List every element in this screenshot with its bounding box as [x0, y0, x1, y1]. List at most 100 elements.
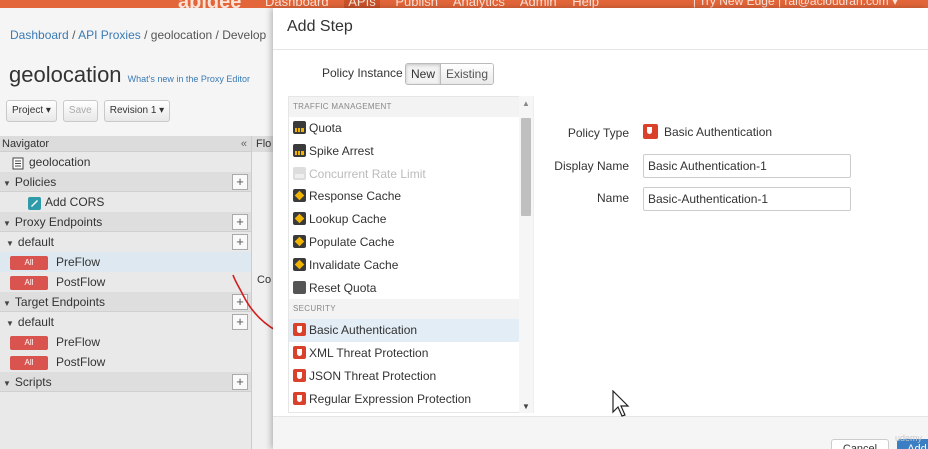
navigator-proxy-item[interactable]: geolocation: [0, 152, 251, 172]
policy-quota[interactable]: Quota: [289, 117, 531, 140]
cache-icon: [293, 189, 306, 203]
display-name-input[interactable]: Basic Authentication-1: [643, 154, 851, 178]
add-script-button[interactable]: +: [232, 374, 248, 390]
add-flow-button[interactable]: +: [232, 234, 248, 250]
target-endpoints-section[interactable]: ▼ Target Endpoints +: [0, 292, 251, 312]
proxy-editor: Dashboard / API Proxies / geolocation / …: [0, 8, 278, 449]
target-endpoint-default[interactable]: ▼ default +: [0, 312, 251, 332]
shield-icon: [293, 368, 306, 382]
policy-label: Quota: [309, 121, 342, 135]
shield-icon: [643, 124, 658, 139]
proxy-endpoints-label: Proxy Endpoints: [14, 215, 103, 229]
policy-reset-quota[interactable]: Reset Quota: [289, 277, 531, 300]
dialog-footer: Cancel Add: [273, 416, 928, 449]
policy-response-cache[interactable]: Response Cache: [289, 185, 531, 208]
chart-icon: [293, 121, 306, 134]
policy-lookup-cache[interactable]: Lookup Cache: [289, 208, 531, 231]
nav-analytics[interactable]: Analytics: [453, 0, 505, 8]
apigee-logo[interactable]: apigee: [178, 0, 241, 8]
proxy-title: geolocation: [9, 62, 122, 87]
flow-label: PreFlow: [56, 335, 101, 349]
new-toggle-button[interactable]: New: [406, 64, 442, 84]
proxy-postflow-item[interactable]: All PostFlow: [0, 272, 251, 292]
proxy-preflow-item[interactable]: All PreFlow: [0, 252, 251, 272]
proxy-name: geolocation: [29, 155, 91, 169]
scripts-label: Scripts: [14, 375, 52, 389]
expand-triangle-icon: ▼: [3, 219, 11, 228]
expand-triangle-icon: ▼: [6, 319, 14, 328]
target-postflow-item[interactable]: All PostFlow: [0, 352, 251, 372]
policy-label: Populate Cache: [309, 234, 395, 249]
mouse-cursor-icon: [612, 390, 630, 417]
save-button[interactable]: Save: [62, 100, 98, 122]
whats-new-link[interactable]: What's new in the Proxy Editor: [128, 74, 250, 84]
cache-icon: [293, 234, 306, 248]
nav-dashboard[interactable]: Dashboard: [265, 0, 329, 8]
policies-section[interactable]: ▼ Policies +: [0, 172, 251, 192]
revision-dropdown[interactable]: Revision 1 ▾: [103, 100, 171, 122]
collapse-icon[interactable]: «: [241, 136, 247, 152]
nav-publish[interactable]: Publish: [395, 0, 438, 8]
policies-label: Policies: [14, 175, 57, 189]
add-proxy-endpoint-button[interactable]: +: [232, 214, 248, 230]
policy-type-list: TRAFFIC MANAGEMENT Quota Spike Arrest Co…: [288, 96, 532, 413]
proxy-endpoints-section[interactable]: ▼ Proxy Endpoints +: [0, 212, 251, 232]
add-target-endpoint-button[interactable]: +: [232, 294, 248, 310]
policy-json-threat-protection[interactable]: JSON Threat Protection: [289, 365, 531, 388]
policy-regex-protection[interactable]: Regular Expression Protection: [289, 388, 531, 411]
code-label: Co: [257, 274, 272, 286]
navigator-panel: Navigator « geolocation ▼ Policies + Add …: [0, 136, 252, 449]
name-input[interactable]: Basic-Authentication-1: [643, 187, 851, 211]
breadcrumb-api-proxies[interactable]: API Proxies: [78, 28, 141, 42]
udemy-watermark: udemy: [895, 433, 923, 443]
top-nav-bar: apigee Dashboard APIs Publish Analytics …: [0, 0, 928, 8]
existing-toggle-button[interactable]: Existing: [441, 64, 494, 84]
scroll-thumb[interactable]: [521, 118, 531, 216]
category-security: SECURITY: [289, 299, 531, 320]
policy-label: Spike Arrest: [309, 143, 374, 158]
policy-label: JSON Threat Protection: [309, 368, 437, 383]
scroll-up-icon[interactable]: ▲: [522, 99, 530, 108]
scroll-down-icon[interactable]: ▼: [522, 402, 530, 411]
project-dropdown[interactable]: Project ▾: [6, 100, 57, 122]
policy-populate-cache[interactable]: Populate Cache: [289, 231, 531, 254]
proxy-icon: [12, 156, 25, 170]
policy-label: Response Cache: [309, 189, 402, 204]
expand-triangle-icon: ▼: [3, 299, 11, 308]
policy-item-add-cors[interactable]: Add CORS: [0, 192, 251, 212]
expand-triangle-icon: ▼: [3, 179, 11, 188]
policy-details-panel: Policy Type Basic Authentication Display…: [533, 96, 928, 413]
nav-help[interactable]: Help: [572, 0, 599, 8]
policy-invalidate-cache[interactable]: Invalidate Cache: [289, 254, 531, 277]
editor-toolbar: Project ▾ Save Revision 1 ▾: [6, 100, 171, 122]
cancel-button[interactable]: Cancel: [831, 439, 889, 449]
cache-icon: [293, 212, 306, 226]
policy-type-value: Basic Authentication: [643, 124, 772, 139]
breadcrumb-develop: Develop: [222, 28, 267, 42]
shield-icon: [293, 346, 306, 360]
nav-admin[interactable]: Admin: [520, 0, 557, 8]
target-preflow-item[interactable]: All PreFlow: [0, 332, 251, 352]
add-policy-button[interactable]: +: [232, 174, 248, 190]
add-flow-button[interactable]: +: [232, 314, 248, 330]
all-badge: All: [10, 335, 48, 350]
breadcrumb-dashboard[interactable]: Dashboard: [10, 28, 69, 42]
proxy-endpoint-default[interactable]: ▼ default +: [0, 232, 251, 252]
shield-icon: [293, 323, 306, 337]
scripts-section[interactable]: ▼ Scripts +: [0, 372, 251, 392]
nav-apis[interactable]: APIs: [344, 0, 380, 8]
category-traffic-management: TRAFFIC MANAGEMENT: [289, 97, 531, 117]
breadcrumb: Dashboard / API Proxies / geolocation / …: [10, 28, 267, 42]
policy-xml-threat-protection[interactable]: XML Threat Protection: [289, 342, 531, 365]
expand-triangle-icon: ▼: [3, 379, 11, 388]
policy-list-scrollbar[interactable]: ▲ ▼: [519, 96, 533, 413]
policy-spike-arrest[interactable]: Spike Arrest: [289, 140, 531, 163]
reset-icon: [293, 280, 306, 294]
all-badge: All: [10, 355, 48, 370]
policy-basic-authentication[interactable]: Basic Authentication: [289, 319, 531, 343]
cors-policy-icon: [28, 196, 41, 211]
user-menu[interactable]: | Try New Edge | rai@acloudran.com ▾: [693, 0, 898, 8]
add-step-dialog: Add Step Policy Instance New Existing TR…: [273, 8, 928, 449]
chart-icon: [293, 143, 306, 157]
policy-item-label: Add CORS: [45, 195, 105, 209]
